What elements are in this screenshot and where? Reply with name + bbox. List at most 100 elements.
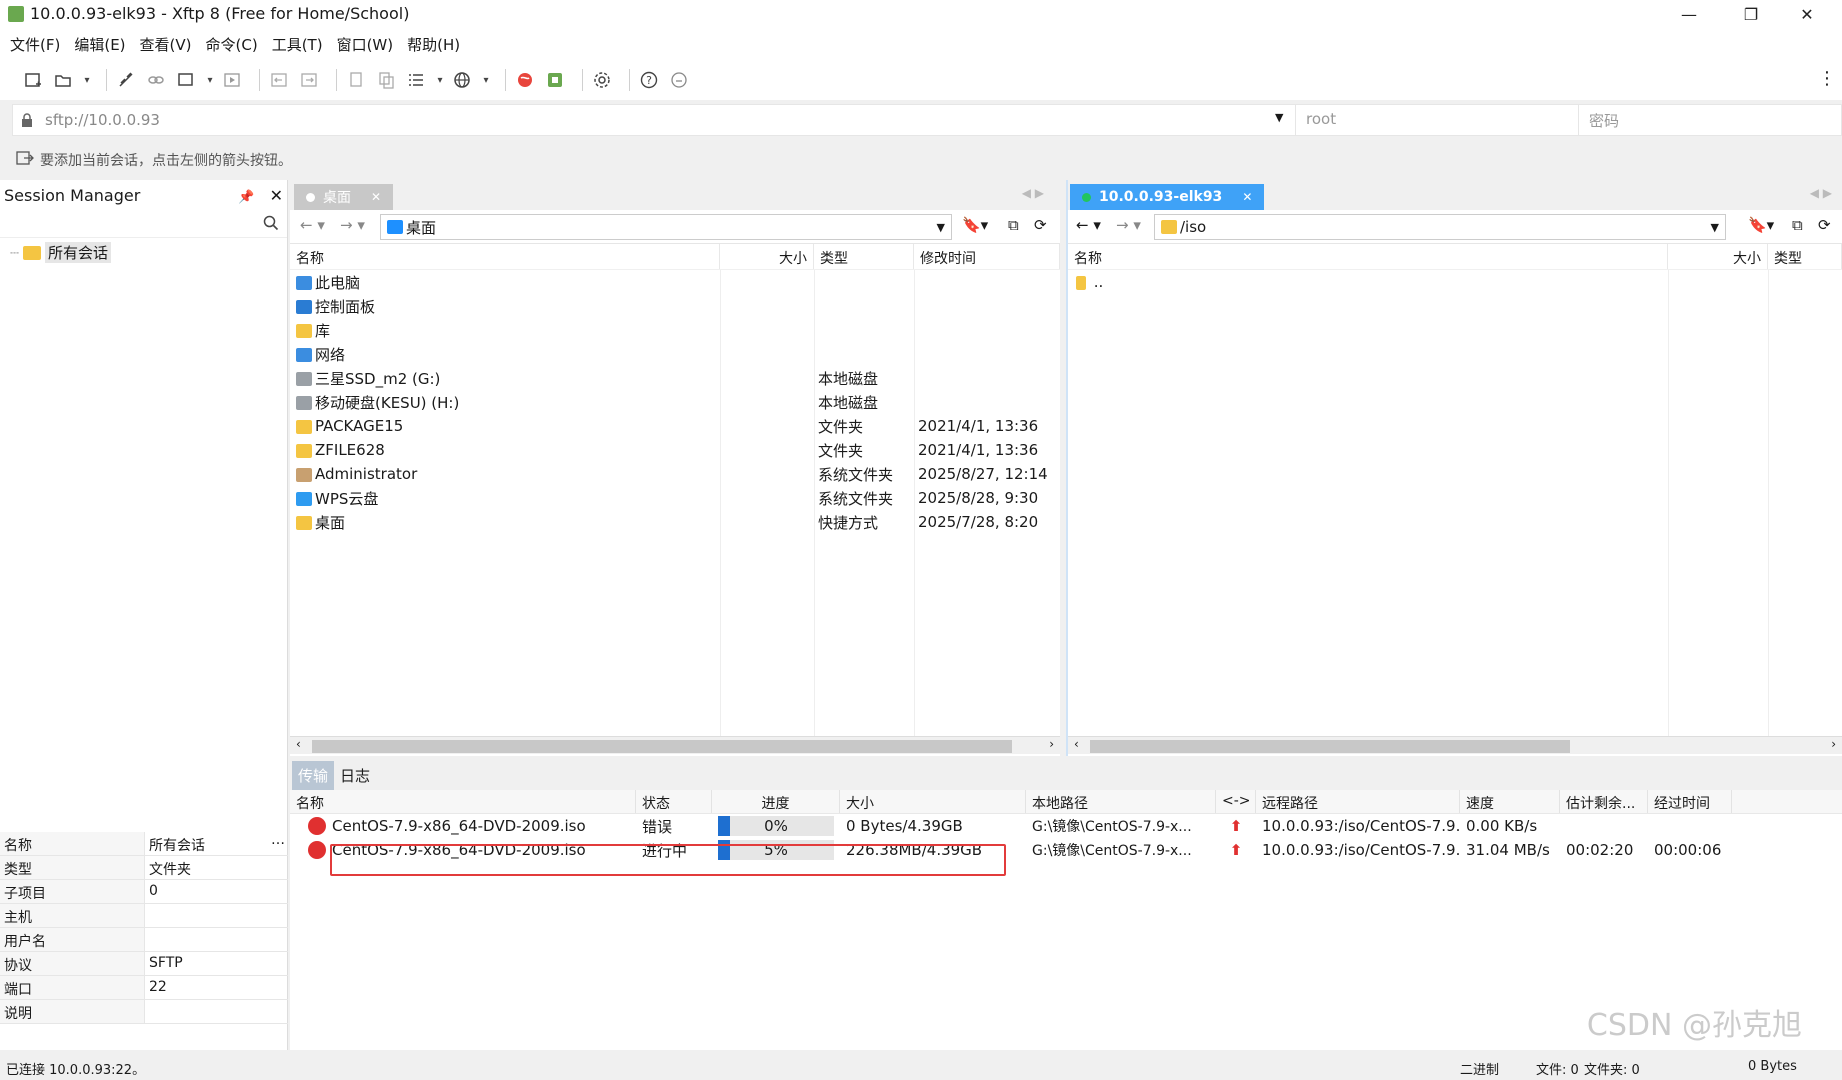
transfer-mode[interactable]: 二进制: [1460, 1059, 1499, 1078]
add-session-arrow-icon[interactable]: [16, 150, 34, 170]
tab-scroll-arrows[interactable]: ◀ ▶: [1810, 186, 1832, 200]
list-view-icon[interactable]: [405, 69, 427, 91]
close-icon[interactable]: ✕: [270, 186, 283, 205]
close-button[interactable]: ✕: [1780, 0, 1834, 28]
scroll-right-icon[interactable]: ›: [1831, 737, 1836, 751]
list-item[interactable]: 移动硬盘(KESU) (H:) 本地磁盘: [290, 390, 1060, 414]
transfer-row[interactable]: CentOS-7.9-x86_64-DVD-2009.iso 错误 0% 0 B…: [290, 814, 1842, 838]
session-search[interactable]: [0, 212, 287, 238]
xshell-icon[interactable]: [514, 69, 536, 91]
menu-edit[interactable]: 编辑(E): [74, 34, 125, 55]
list-item[interactable]: 三星SSD_m2 (G:) 本地磁盘: [290, 366, 1060, 390]
column-modified[interactable]: 修改时间: [914, 244, 1060, 269]
scroll-left-icon[interactable]: ‹: [296, 737, 301, 751]
list-item[interactable]: WPS云盘 系统文件夹 2025/8/28, 9:30: [290, 486, 1060, 510]
list-item[interactable]: 桌面 快捷方式 2025/7/28, 8:20: [290, 510, 1060, 534]
address-input[interactable]: sftp://10.0.0.93: [45, 111, 160, 129]
more-options-icon[interactable]: ⋮: [1818, 68, 1836, 89]
column-speed[interactable]: 速度: [1460, 790, 1560, 813]
link-icon[interactable]: [145, 69, 167, 91]
menu-file[interactable]: 文件(F): [10, 34, 60, 55]
tab-scroll-arrows[interactable]: ◀ ▶: [1022, 186, 1044, 200]
column-status[interactable]: 状态: [636, 790, 712, 813]
remote-horizontal-scrollbar[interactable]: ‹ ›: [1068, 736, 1842, 754]
duplicate-icon[interactable]: [375, 69, 397, 91]
chat-icon[interactable]: [668, 69, 690, 91]
scroll-right-icon[interactable]: ›: [1049, 737, 1054, 751]
open-folder-icon[interactable]: [52, 69, 74, 91]
local-path-input[interactable]: 桌面 ▼: [380, 214, 952, 240]
scroll-left-icon[interactable]: ‹: [1074, 737, 1079, 751]
menu-command[interactable]: 命令(C): [206, 34, 258, 55]
remote-path-input[interactable]: /iso ▼: [1154, 214, 1726, 240]
tree-node-all-sessions[interactable]: ┄ 所有会话: [10, 242, 277, 263]
chevron-down-icon[interactable]: ▾: [205, 69, 215, 91]
column-name[interactable]: 名称: [290, 244, 720, 269]
download-icon[interactable]: [298, 69, 320, 91]
column-remote-path[interactable]: 远程路径: [1256, 790, 1460, 813]
forward-arrow-icon[interactable]: → ▾: [1116, 216, 1141, 234]
column-size[interactable]: 大小: [840, 790, 1026, 813]
new-window-icon[interactable]: [175, 69, 197, 91]
tab-local-desktop[interactable]: 桌面 ✕: [294, 184, 394, 210]
tab-log[interactable]: 日志: [334, 761, 376, 790]
local-horizontal-scrollbar[interactable]: ‹ ›: [290, 736, 1060, 754]
menu-help[interactable]: 帮助(H): [407, 34, 460, 55]
scrollbar-thumb[interactable]: [312, 740, 1012, 753]
search-icon[interactable]: [263, 215, 279, 235]
upload-icon[interactable]: [268, 69, 290, 91]
password-field[interactable]: 密码: [1578, 105, 1842, 135]
tab-transfer[interactable]: 传输: [292, 760, 335, 790]
column-size[interactable]: 大小: [720, 244, 814, 269]
refresh-icon[interactable]: ⟳: [1034, 216, 1047, 234]
list-item[interactable]: ..: [1068, 270, 1842, 294]
username-field[interactable]: root: [1295, 105, 1577, 135]
disconnect-icon[interactable]: [115, 69, 137, 91]
new-folder-icon[interactable]: ⧉: [1792, 216, 1803, 234]
list-item[interactable]: 网络: [290, 342, 1060, 366]
new-session-icon[interactable]: [22, 69, 44, 91]
back-arrow-icon[interactable]: ← ▾: [1076, 216, 1101, 234]
new-folder-icon[interactable]: ⧉: [1008, 216, 1019, 234]
bookmark-icon[interactable]: 🔖▾: [1748, 216, 1774, 234]
column-name[interactable]: 名称: [290, 790, 636, 813]
close-tab-icon[interactable]: ✕: [1242, 190, 1252, 204]
minimize-button[interactable]: —: [1662, 0, 1716, 28]
globe-icon[interactable]: [451, 69, 473, 91]
column-eta[interactable]: 估计剩余...: [1560, 790, 1648, 813]
chevron-down-icon[interactable]: ▾: [481, 69, 491, 91]
list-item[interactable]: 控制面板: [290, 294, 1060, 318]
chevron-down-icon[interactable]: ▾: [82, 69, 92, 91]
list-item[interactable]: Administrator 系统文件夹 2025/8/27, 12:14: [290, 462, 1060, 486]
close-tab-icon[interactable]: ✕: [371, 190, 381, 204]
column-progress[interactable]: 进度: [712, 790, 840, 813]
help-icon[interactable]: ?: [638, 69, 660, 91]
list-item[interactable]: 此电脑: [290, 270, 1060, 294]
maximize-button[interactable]: ❐: [1724, 0, 1778, 28]
scrollbar-thumb[interactable]: [1090, 740, 1570, 753]
chevron-down-icon[interactable]: ▾: [435, 69, 445, 91]
list-item[interactable]: ZFILE628 文件夹 2021/4/1, 13:36: [290, 438, 1060, 462]
column-elapsed[interactable]: 经过时间: [1648, 790, 1732, 813]
column-size[interactable]: 大小: [1668, 244, 1768, 269]
column-name[interactable]: 名称: [1068, 244, 1668, 269]
copy-icon[interactable]: [345, 69, 367, 91]
chevron-down-icon[interactable]: ▼: [1711, 221, 1719, 234]
chevron-down-icon[interactable]: ▼: [937, 221, 945, 234]
column-local-path[interactable]: 本地路径: [1026, 790, 1216, 813]
column-direction[interactable]: <->: [1216, 790, 1256, 813]
more-button[interactable]: …: [268, 832, 288, 855]
xftp-icon[interactable]: [544, 69, 566, 91]
gear-icon[interactable]: [591, 69, 613, 91]
forward-arrow-icon[interactable]: → ▾: [340, 216, 365, 234]
play-icon[interactable]: [221, 69, 243, 91]
column-type[interactable]: 类型: [814, 244, 914, 269]
menu-tools[interactable]: 工具(T): [272, 34, 323, 55]
address-dropdown-icon[interactable]: ▼: [1275, 111, 1283, 124]
back-arrow-icon[interactable]: ← ▾: [300, 216, 325, 234]
list-item[interactable]: 库: [290, 318, 1060, 342]
bookmark-icon[interactable]: 🔖▾: [962, 216, 988, 234]
refresh-icon[interactable]: ⟳: [1818, 216, 1831, 234]
tab-remote-session[interactable]: 10.0.0.93-elk93 ✕: [1070, 184, 1265, 210]
column-type[interactable]: 类型: [1768, 244, 1842, 269]
